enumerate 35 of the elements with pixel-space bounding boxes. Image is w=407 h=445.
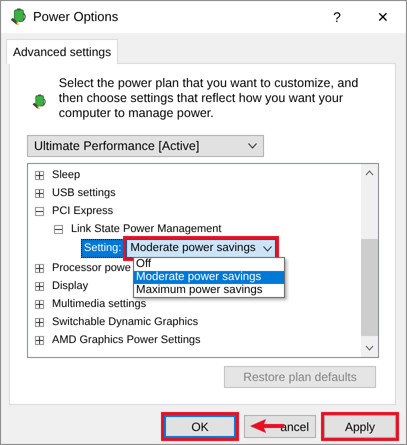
- tree-item[interactable]: Switchable Dynamic Graphics: [52, 314, 198, 330]
- setting-dropdown[interactable]: Moderate power savings: [126, 239, 276, 258]
- tree-item[interactable]: USB settings: [52, 184, 116, 202]
- collapse-icon[interactable]: [54, 224, 63, 234]
- expand-icon[interactable]: [35, 336, 44, 344]
- expand-icon[interactable]: [35, 264, 44, 272]
- dropdown-option[interactable]: Off: [134, 258, 284, 271]
- expand-icon[interactable]: [35, 188, 44, 198]
- help-button[interactable]: ?: [314, 6, 360, 28]
- close-button[interactable]: ✕: [360, 6, 406, 28]
- chevron-down-icon: [248, 143, 257, 149]
- tree-item[interactable]: Sleep: [52, 166, 80, 184]
- tree-item[interactable]: Processor powe: [52, 260, 131, 276]
- power-plug-icon: [9, 8, 27, 26]
- dropdown-option[interactable]: Maximum power savings: [134, 284, 284, 297]
- expand-icon[interactable]: [35, 300, 44, 308]
- tree-item[interactable]: Multimedia settings: [52, 296, 146, 312]
- tab[interactable]: Advanced settings: [6, 39, 118, 64]
- collapse-icon[interactable]: [35, 206, 44, 216]
- tree-item[interactable]: Link State Power Management: [71, 220, 222, 238]
- window-title: Power Options: [33, 8, 120, 26]
- description-text: Select the power plan that you want to customize, and then choose settings that reflect how you want your computer to manage power.: [58, 76, 360, 121]
- expand-icon[interactable]: [35, 282, 44, 290]
- scrollbar-thumb[interactable]: [361, 239, 378, 336]
- dropdown-option[interactable]: Moderate power savings: [134, 271, 284, 284]
- dialog-button[interactable]: OK: [164, 415, 236, 438]
- dialog-button[interactable]: Apply: [324, 415, 396, 438]
- expand-icon[interactable]: [35, 318, 44, 326]
- tree-item[interactable]: AMD Graphics Power Settings: [52, 332, 201, 348]
- setting-label[interactable]: Setting:: [81, 239, 124, 258]
- tree-item[interactable]: Display: [52, 278, 88, 294]
- tree-item[interactable]: PCI Express: [52, 202, 114, 220]
- expand-icon[interactable]: [35, 170, 44, 180]
- chevron-down-icon: [263, 246, 272, 252]
- plan-dropdown[interactable]: Ultimate Performance [Active]: [27, 135, 264, 157]
